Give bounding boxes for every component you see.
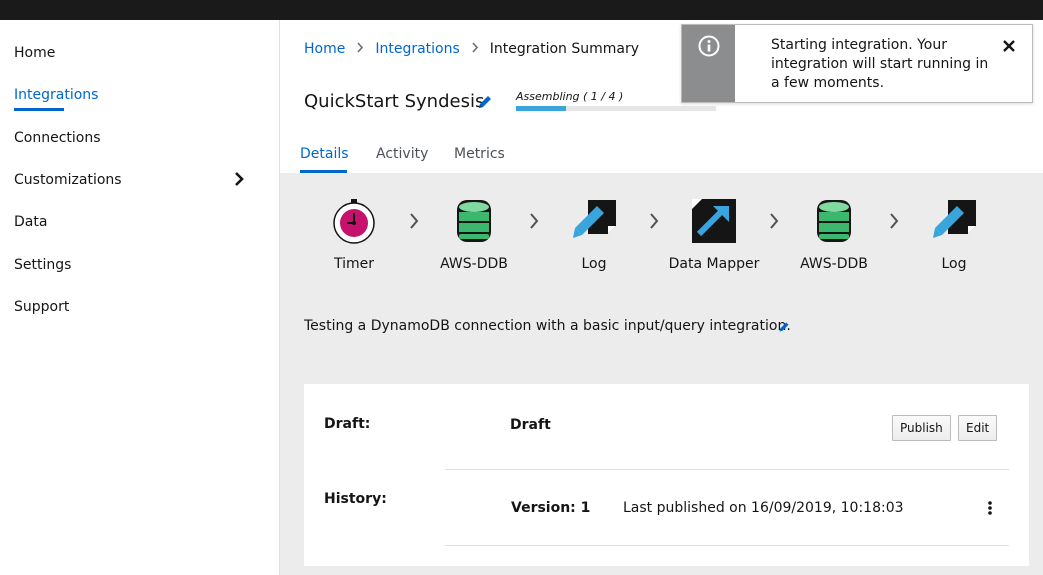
integration-status: Assembling ( 1 / 4 ) [516, 90, 624, 103]
divider [445, 545, 1009, 546]
info-icon [698, 35, 720, 61]
chevron-right-icon [345, 41, 375, 57]
chevron-right-icon[interactable] [233, 171, 245, 191]
step-label: AWS-DDB [800, 256, 868, 272]
kebab-menu-icon[interactable] [987, 500, 993, 520]
progress-bar [516, 106, 716, 111]
main-content: Home Integrations Integration Summary Qu… [280, 20, 1043, 575]
step-label: Data Mapper [668, 256, 760, 272]
breadcrumb-home[interactable]: Home [304, 41, 345, 57]
aws-ddb-icon [457, 200, 491, 242]
tab-metrics[interactable]: Metrics [454, 146, 505, 162]
chevron-right-icon [888, 212, 900, 234]
toast-notification: Starting integration. Your integration w… [681, 24, 1033, 103]
nav-item-support[interactable]: Support [14, 299, 69, 315]
data-mapper-icon [692, 199, 736, 243]
nav-item-customizations[interactable]: Customizations [14, 172, 122, 188]
integration-description: Testing a DynamoDB connection with a bas… [304, 318, 791, 334]
step-label: Log [581, 256, 607, 272]
step-label: Timer [333, 256, 375, 272]
history-label: History: [324, 491, 387, 507]
divider [445, 469, 1009, 470]
step-label: Log [941, 256, 967, 272]
details-card: Draft: Draft Publish Edit History: Versi… [304, 384, 1029, 566]
log-icon [573, 200, 616, 238]
flow-step-data-mapper[interactable]: Data Mapper [664, 196, 764, 272]
nav-item-connections[interactable]: Connections [14, 130, 101, 146]
nav-item-settings[interactable]: Settings [14, 257, 71, 273]
publish-button[interactable]: Publish [892, 415, 951, 441]
version-label: Version: 1 [511, 500, 591, 516]
last-published-timestamp: Last published on 16/09/2019, 10:18:03 [623, 500, 904, 516]
tab-details[interactable]: Details [300, 146, 349, 162]
chevron-right-icon [460, 41, 490, 57]
flow-step-aws-ddb[interactable]: AWS-DDB [784, 196, 884, 272]
timer-icon [333, 199, 375, 244]
breadcrumb-integrations[interactable]: Integrations [375, 41, 459, 57]
chevron-right-icon [408, 212, 420, 234]
draft-label: Draft: [324, 416, 371, 432]
breadcrumb-current: Integration Summary [489, 41, 640, 57]
nav-item-data[interactable]: Data [14, 214, 47, 230]
flow-step-timer[interactable]: Timer [304, 196, 404, 272]
breadcrumb: Home Integrations Integration Summary [304, 41, 639, 57]
nav-active-indicator [14, 108, 64, 111]
chevron-right-icon [768, 212, 780, 234]
page-title: QuickStart Syndesis [304, 91, 485, 112]
pencil-icon[interactable] [477, 94, 493, 114]
nav-item-integrations[interactable]: Integrations [14, 87, 98, 103]
pencil-icon[interactable] [778, 321, 790, 337]
toast-message: Starting integration. Your integration w… [771, 37, 989, 91]
close-icon[interactable] [1002, 39, 1016, 57]
edit-button[interactable]: Edit [958, 415, 998, 441]
top-bar [0, 0, 1043, 20]
flow-step-aws-ddb[interactable]: AWS-DDB [424, 196, 524, 272]
step-label: AWS-DDB [440, 256, 508, 272]
flow-step-log[interactable]: Log [544, 196, 644, 272]
nav-item-home[interactable]: Home [14, 45, 55, 61]
flow-step-log[interactable]: Log [904, 196, 1004, 272]
chevron-right-icon [528, 212, 540, 234]
aws-ddb-icon [817, 200, 851, 242]
sidebar: Home Integrations Connections Customizat… [0, 20, 280, 575]
toast-icon-area [682, 25, 735, 102]
progress-fill [516, 106, 566, 111]
draft-value: Draft [510, 417, 551, 433]
tab-activity[interactable]: Activity [376, 146, 428, 162]
log-icon [933, 200, 976, 238]
chevron-right-icon [648, 212, 660, 234]
